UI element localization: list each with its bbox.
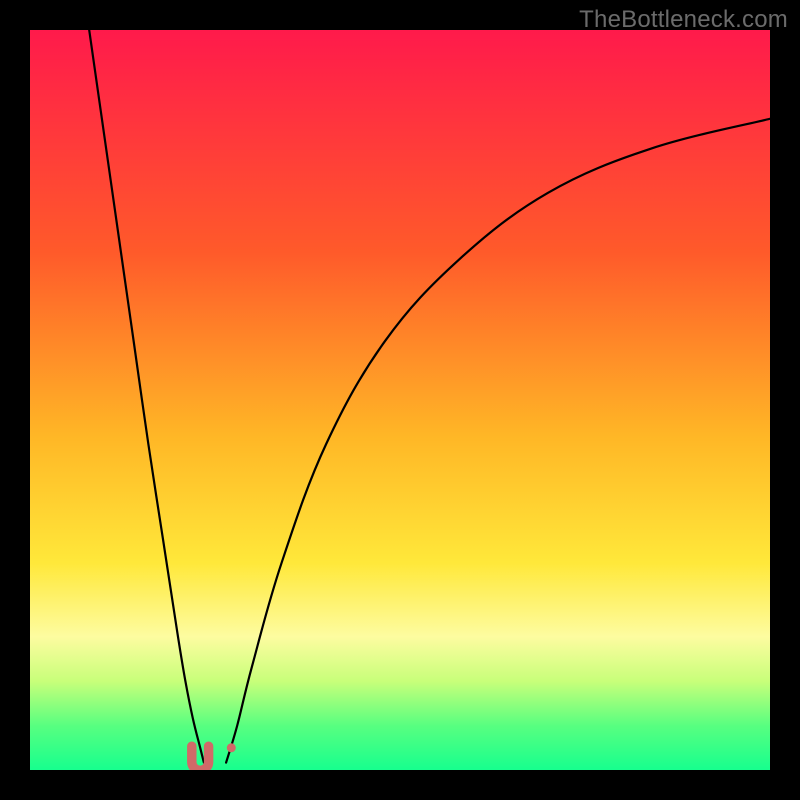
plot-area [30, 30, 770, 770]
valley-dot [227, 743, 236, 752]
chart-frame: TheBottleneck.com [0, 0, 800, 800]
bottleneck-chart [30, 30, 770, 770]
